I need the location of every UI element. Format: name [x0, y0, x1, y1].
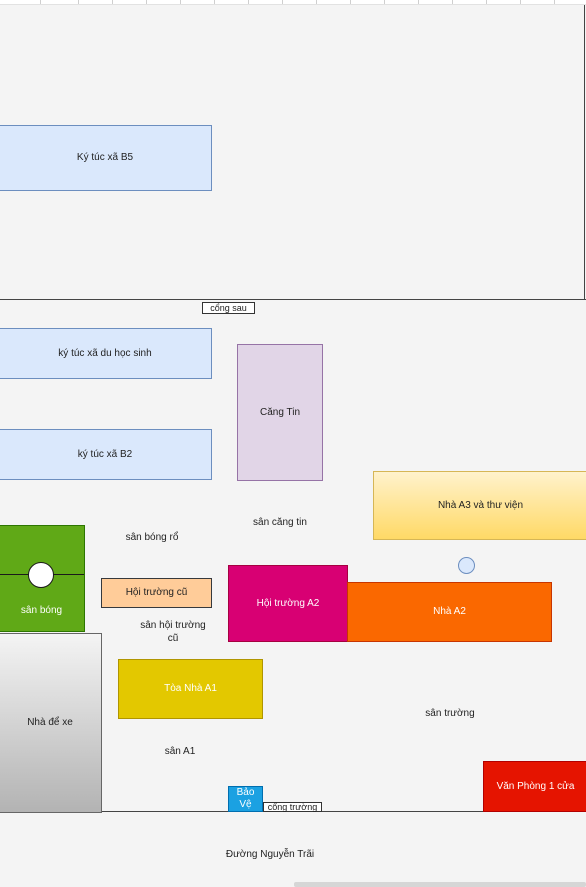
- ruler-tick: [486, 0, 487, 4]
- main-gate-label: cổng trường: [267, 802, 318, 812]
- one-stop-office[interactable]: Văn Phòng 1 cửa: [483, 761, 586, 812]
- canteen[interactable]: Căng Tin: [237, 344, 323, 481]
- dorm-b5-label: Ký túc xã B5: [76, 152, 134, 163]
- old-hall-yard-label: sân hội trường cũ: [140, 620, 206, 644]
- hall-a2[interactable]: Hội trường A2: [228, 565, 348, 642]
- back-gate-label: cổng sau: [210, 303, 247, 313]
- road-label: Đường Nguyễn Trãi: [225, 849, 315, 860]
- building-a2[interactable]: Nhà A2: [347, 582, 552, 642]
- football-field[interactable]: sân bóng: [0, 525, 85, 632]
- ruler-tick: [554, 0, 555, 4]
- building-a1[interactable]: Tòa Nhà A1: [118, 659, 263, 719]
- dorm-b2-label: ký túc xã B2: [77, 448, 133, 460]
- top-ruler: [0, 0, 586, 5]
- ruler-tick: [78, 0, 79, 4]
- dorm-international-label: ký túc xã du học sinh: [58, 347, 152, 359]
- basketball-court-label: sân bóng rổ: [125, 532, 179, 543]
- hall-a2-label: Hội trường A2: [256, 597, 320, 609]
- circle-marker-icon[interactable]: [458, 557, 475, 574]
- ruler-tick: [180, 0, 181, 4]
- old-hall[interactable]: Hội trường cũ: [101, 578, 212, 608]
- main-gate[interactable]: cổng trường: [263, 802, 322, 812]
- ruler-tick: [248, 0, 249, 4]
- canteen-yard-label: sân căng tin: [253, 517, 307, 528]
- ruler-tick: [418, 0, 419, 4]
- dorm-b2[interactable]: ký túc xã B2: [0, 429, 212, 480]
- building-a2-label: Nhà A2: [433, 606, 466, 617]
- building-a3-library-label: Nhà A3 và thư viện: [437, 499, 524, 511]
- dorm-international[interactable]: ký túc xã du học sinh: [0, 328, 212, 379]
- boundary-line-right: [584, 5, 585, 300]
- ruler-tick: [40, 0, 41, 4]
- ruler-tick: [282, 0, 283, 4]
- ruler-tick: [316, 0, 317, 4]
- guard-house[interactable]: Bảo Vệ: [228, 786, 263, 812]
- school-yard-label: sân trường: [425, 708, 475, 719]
- guard-house-label: Bảo Vệ: [236, 787, 255, 810]
- horizontal-scrollbar[interactable]: [294, 882, 586, 887]
- building-a1-label: Tòa Nhà A1: [164, 683, 217, 694]
- back-gate[interactable]: cổng sau: [202, 302, 255, 314]
- ruler-tick: [112, 0, 113, 4]
- ruler-tick: [452, 0, 453, 4]
- a1-yard-label: sân A1: [164, 746, 196, 757]
- ruler-tick: [146, 0, 147, 4]
- ruler-tick: [214, 0, 215, 4]
- ruler-tick: [384, 0, 385, 4]
- football-icon: [28, 562, 54, 588]
- old-hall-label: Hội trường cũ: [125, 587, 188, 598]
- dorm-b5[interactable]: Ký túc xã B5: [0, 125, 212, 191]
- back-boundary-line: [0, 299, 586, 300]
- ruler-tick: [520, 0, 521, 4]
- canteen-label: Căng Tin: [259, 406, 301, 418]
- parking-building-label: Nhà để xe: [27, 717, 73, 728]
- building-a3-library[interactable]: Nhà A3 và thư viện: [373, 471, 586, 540]
- ruler-tick: [350, 0, 351, 4]
- parking-building[interactable]: Nhà để xe: [0, 633, 102, 813]
- one-stop-office-label: Văn Phòng 1 cửa: [496, 780, 575, 792]
- football-field-label: sân bóng: [20, 605, 63, 616]
